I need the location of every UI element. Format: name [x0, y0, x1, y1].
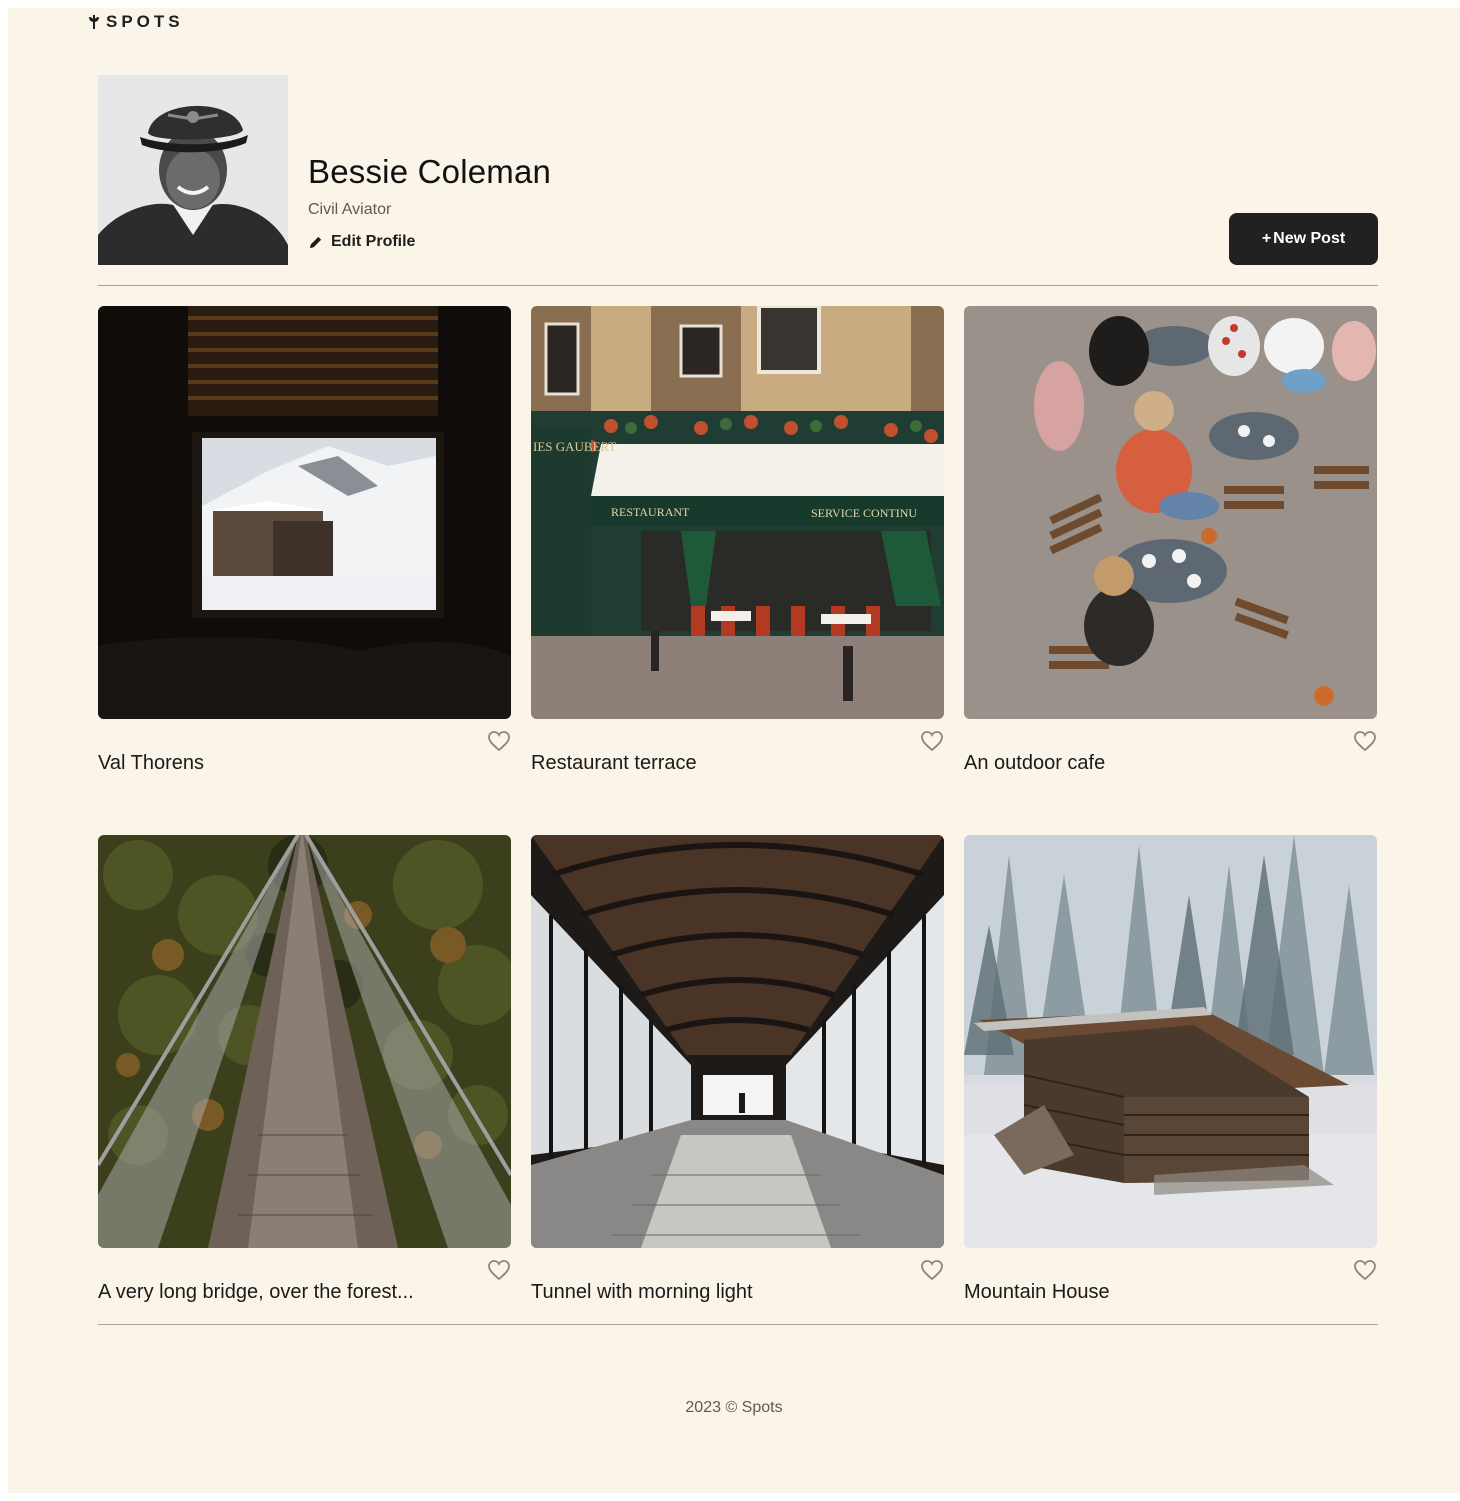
profile-role: Civil Aviator: [308, 201, 392, 218]
card: A very long bridge, over the forest...: [98, 835, 511, 1303]
card-title: Val Thorens: [98, 752, 204, 774]
card: Val Thorens: [98, 306, 511, 774]
svg-text:RESTAURANT: RESTAURANT: [611, 505, 690, 519]
card-title: Tunnel with morning light: [531, 1281, 753, 1303]
plus-icon: +: [1261, 230, 1272, 247]
avatar: [98, 75, 288, 265]
card: Mountain House: [964, 835, 1377, 1303]
heart-outline-icon[interactable]: [920, 1259, 944, 1281]
new-post-label: New Post: [1273, 230, 1346, 247]
card-image[interactable]: RESTAURANT SERVICE CONTINU IES GAUBERT: [531, 306, 944, 719]
heart-outline-icon[interactable]: [487, 730, 511, 752]
footer-text: 2023 © Spots: [685, 1399, 783, 1416]
card-title: Restaurant terrace: [531, 752, 697, 774]
heart-outline-icon[interactable]: [1353, 1259, 1377, 1281]
card-image[interactable]: [98, 306, 511, 719]
profile-section: Bessie Coleman Civil Aviator Edit Profil…: [98, 75, 1378, 265]
card-title: A very long bridge, over the forest...: [98, 1281, 414, 1303]
footer-divider: [98, 1324, 1378, 1325]
card-title: Mountain House: [964, 1281, 1110, 1303]
new-post-button[interactable]: + New Post: [1229, 213, 1378, 265]
svg-text:SERVICE CONTINU: SERVICE CONTINU: [811, 506, 917, 520]
card: An outdoor cafe: [964, 306, 1377, 774]
profile-name: Bessie Coleman: [308, 153, 552, 190]
sprout-icon: [89, 15, 99, 29]
card: RESTAURANT SERVICE CONTINU IES GAUBERT R…: [531, 306, 944, 774]
heart-outline-icon[interactable]: [487, 1259, 511, 1281]
pencil-icon: [309, 236, 322, 248]
svg-text:IES GAUBERT: IES GAUBERT: [533, 439, 616, 454]
card-image[interactable]: [964, 835, 1377, 1248]
edit-profile-button[interactable]: Edit Profile: [308, 233, 415, 251]
card-title: An outdoor cafe: [964, 752, 1106, 774]
card-image[interactable]: [531, 835, 944, 1248]
logo[interactable]: SPOTS: [88, 12, 184, 32]
cards-grid: Val Thorens RESTAURANT SERVICE CONTINU I…: [98, 306, 1378, 1303]
heart-outline-icon[interactable]: [920, 730, 944, 752]
heart-outline-icon[interactable]: [1353, 730, 1377, 752]
card: Tunnel with morning light: [531, 835, 944, 1303]
edit-profile-label: Edit Profile: [331, 233, 416, 250]
profile-divider: [98, 285, 1378, 286]
logo-text: SPOTS: [106, 12, 184, 31]
card-image[interactable]: [98, 835, 511, 1248]
card-image[interactable]: [964, 306, 1377, 719]
page: SPOTS Bessie Coleman Civil Aviator Edit …: [8, 8, 1460, 1493]
